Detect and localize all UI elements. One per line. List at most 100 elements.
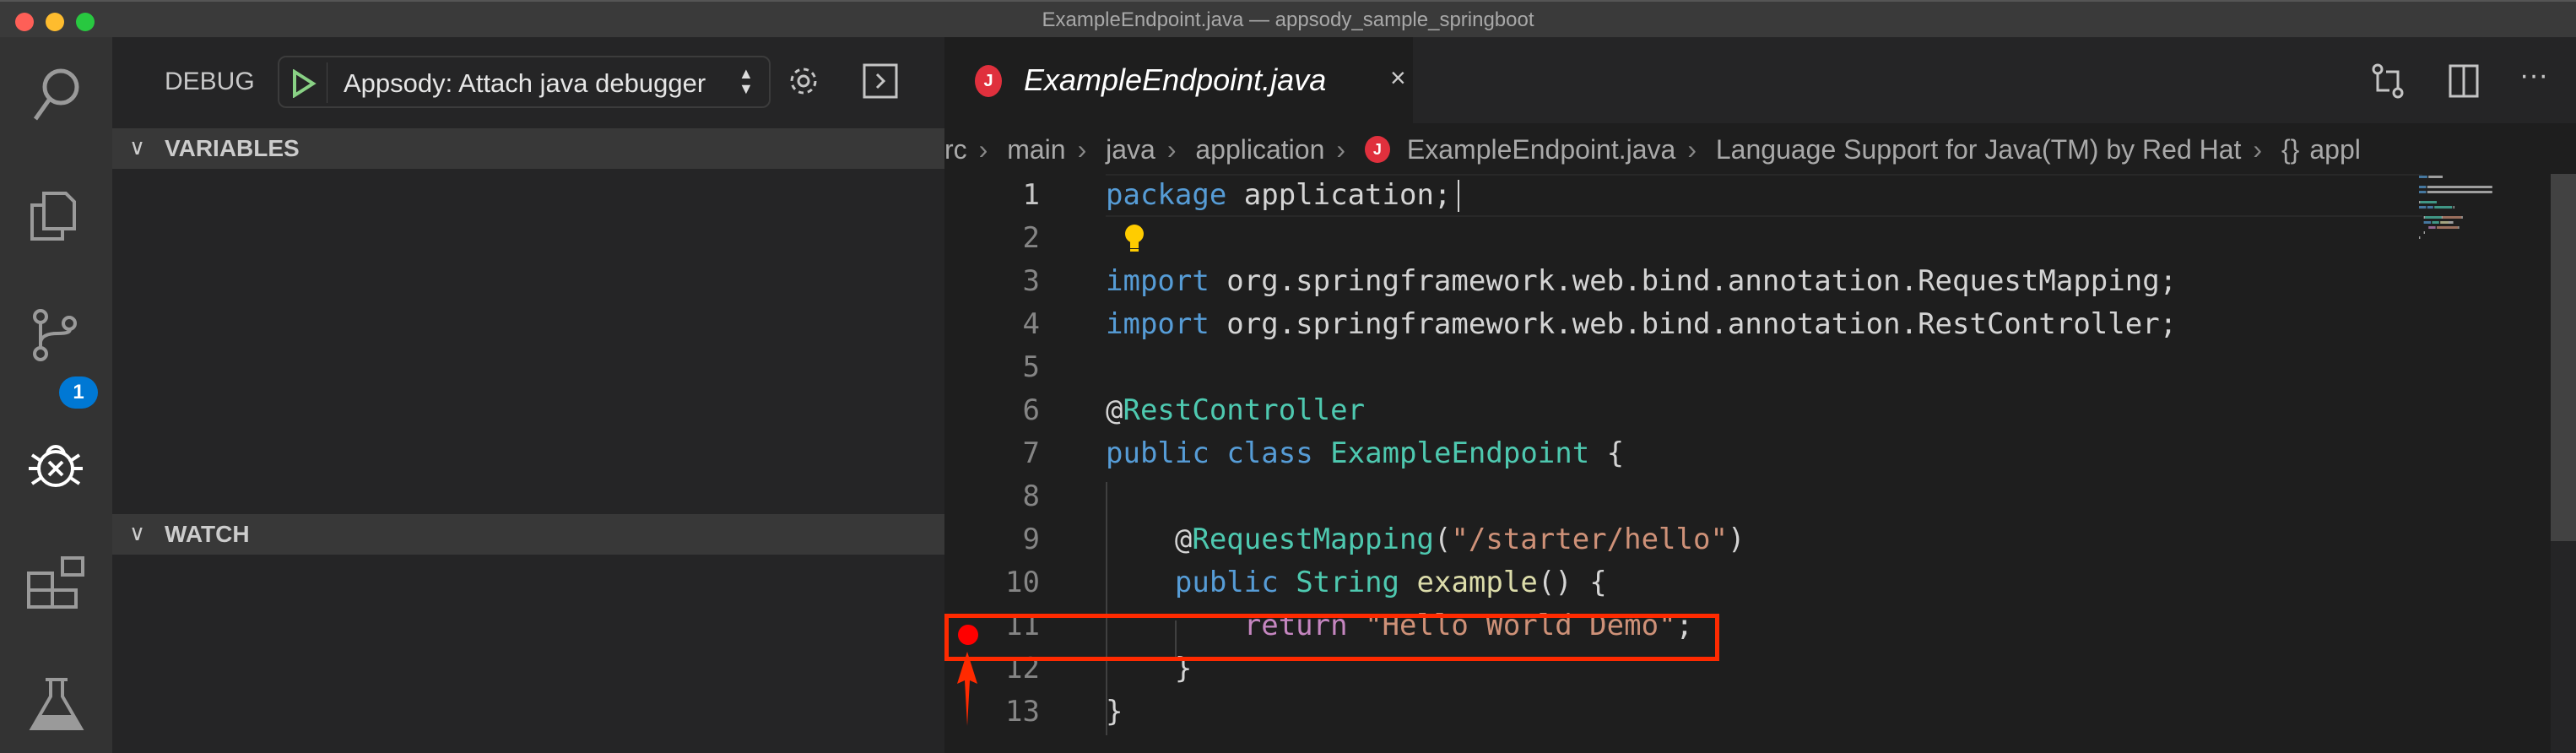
code-line[interactable]: 7 public class ExampleEndpoint { <box>944 432 2422 475</box>
code-editor[interactable]: 1 package application; 2 3 import org.spring… <box>944 174 2422 753</box>
minimap-token <box>2419 206 2427 209</box>
code-token: RestController <box>1123 393 1366 427</box>
line-content: public String example() { <box>1106 561 1607 604</box>
lightbulb-icon[interactable] <box>1123 223 1146 260</box>
debug-sidebar: DEBUG Appsody: Attach java debugger ▲ ▼ ∨… <box>112 37 944 753</box>
minimap-token <box>2428 176 2443 178</box>
line-number: 1 <box>1022 178 1040 212</box>
debug-config-label: Appsody: Attach java debugger <box>344 68 706 98</box>
window-title: ExampleEndpoint.java — appsody_sample_sp… <box>1042 8 1534 31</box>
minimap-token <box>2432 221 2439 224</box>
start-debugging-icon[interactable] <box>291 69 317 98</box>
code-line[interactable]: 2 <box>944 217 2422 260</box>
line-content: public class ExampleEndpoint { <box>1106 432 1624 475</box>
chevron-right-icon: › <box>1077 133 1087 165</box>
code-token: org.springframework.web.bind.annotation.… <box>1209 264 2178 298</box>
code-line[interactable]: 5 <box>944 346 2422 389</box>
minimap-token <box>2440 221 2449 224</box>
minimap-token <box>2419 236 2421 239</box>
minimap-token <box>2423 231 2425 234</box>
symbol-namespace-icon: {} <box>2281 133 2300 165</box>
code-token: RequestMapping <box>1192 523 1434 556</box>
code-token: example <box>1416 566 1538 599</box>
minimap-token <box>2423 216 2425 219</box>
minimap-token <box>2428 226 2436 229</box>
code-token: @ <box>1106 523 1193 556</box>
extensions-icon[interactable] <box>25 553 86 614</box>
code-token: String <box>1296 566 1400 599</box>
tab-example-endpoint[interactable]: J ExampleEndpoint.java × <box>944 37 1413 123</box>
scrollbar-thumb[interactable] <box>2551 174 2576 541</box>
code-line[interactable]: 9 @RequestMapping("/starter/hello") <box>944 518 2422 561</box>
code-token: () { <box>1537 566 1607 599</box>
code-line[interactable]: 4 import org.springframework.web.bind.ann… <box>944 303 2422 346</box>
minimap-token <box>2461 216 2463 219</box>
code-line[interactable]: 13} <box>944 691 2422 734</box>
line-number: 9 <box>1022 523 1040 556</box>
variables-section-header[interactable]: ∨ VARIABLES <box>112 128 944 169</box>
minimap-token <box>2419 186 2427 188</box>
breadcrumb-item[interactable]: main <box>1007 126 1065 171</box>
debug-config-select[interactable]: Appsody: Attach java debugger ▲ ▼ <box>278 56 771 108</box>
minimap-token <box>2427 191 2492 193</box>
code-line[interactable]: 1 package application; <box>944 174 2422 217</box>
line-number: 10 <box>1005 566 1040 599</box>
line-content: package application; <box>1106 174 1451 217</box>
close-tab-icon[interactable]: × <box>1390 62 1406 94</box>
code-line[interactable]: 10 public String example() { <box>944 561 2422 604</box>
breadcrumb-item[interactable]: rc <box>944 126 967 171</box>
code-line[interactable]: 3 import org.springframework.web.bind.ann… <box>944 260 2422 303</box>
breadcrumb-item[interactable]: Language Support for Java(TM) by Red Hat <box>1716 126 2242 171</box>
breadcrumb: rc › main › java › application › J ExampleEnd… <box>944 123 2576 171</box>
debug-icon[interactable] <box>25 435 86 496</box>
code-token: class <box>1226 436 1313 470</box>
code-token: ) <box>1727 523 1745 556</box>
code-token: import <box>1106 264 1210 298</box>
line-content: import org.springframework.web.bind.anno… <box>1106 303 2177 346</box>
code-token: } <box>1106 695 1123 729</box>
java-file-icon: J <box>1364 135 1390 163</box>
activity-bar: 1 <box>0 37 112 753</box>
minimap-token <box>2458 226 2460 229</box>
code-token: ExampleEndpoint <box>1330 436 1590 470</box>
line-number: 6 <box>1022 393 1040 427</box>
text-cursor <box>1458 180 1459 212</box>
minimap-token <box>2419 201 2421 203</box>
editor-tab-bar: J ExampleEndpoint.java × ··· <box>944 37 2576 123</box>
breadcrumb-item[interactable]: ExampleEndpoint.java <box>1407 126 1675 171</box>
line-number: 2 <box>1022 221 1040 255</box>
breadcrumb-item[interactable]: application <box>1195 126 1324 171</box>
breadcrumb-item[interactable]: java <box>1106 126 1155 171</box>
code-token: "/starter/hello" <box>1451 523 1728 556</box>
watch-title: WATCH <box>165 521 250 547</box>
debug-console-icon[interactable] <box>862 62 899 100</box>
files-icon[interactable] <box>25 185 86 246</box>
line-number: 5 <box>1022 350 1040 384</box>
code-line[interactable]: 8 <box>944 475 2422 518</box>
variables-title: VARIABLES <box>165 135 300 161</box>
line-number: 8 <box>1022 479 1040 513</box>
open-changes-icon[interactable] <box>2371 62 2405 100</box>
tab-label: ExampleEndpoint.java <box>1024 62 1327 97</box>
chevron-right-icon: › <box>1336 133 1346 165</box>
minimap-token <box>2449 221 2454 224</box>
minimap-token <box>2437 226 2459 229</box>
flask-icon[interactable] <box>25 673 86 734</box>
debug-title: DEBUG <box>165 68 255 95</box>
watch-section-header[interactable]: ∨ WATCH <box>112 514 944 555</box>
more-actions-icon[interactable]: ··· <box>2519 59 2548 92</box>
code-line[interactable]: 6 @RestController <box>944 389 2422 432</box>
search-icon[interactable] <box>25 63 86 124</box>
gear-icon[interactable] <box>785 62 822 100</box>
source-control-icon[interactable] <box>25 306 86 367</box>
split-editor-icon[interactable] <box>2447 62 2481 100</box>
breadcrumb-item[interactable]: appl <box>2309 126 2361 171</box>
code-token: ( <box>1433 523 1452 556</box>
breakpoint-icon[interactable] <box>958 625 978 645</box>
code-token: public <box>1174 566 1279 599</box>
minimap-token <box>2427 186 2492 188</box>
minimap[interactable] <box>2419 174 2546 275</box>
